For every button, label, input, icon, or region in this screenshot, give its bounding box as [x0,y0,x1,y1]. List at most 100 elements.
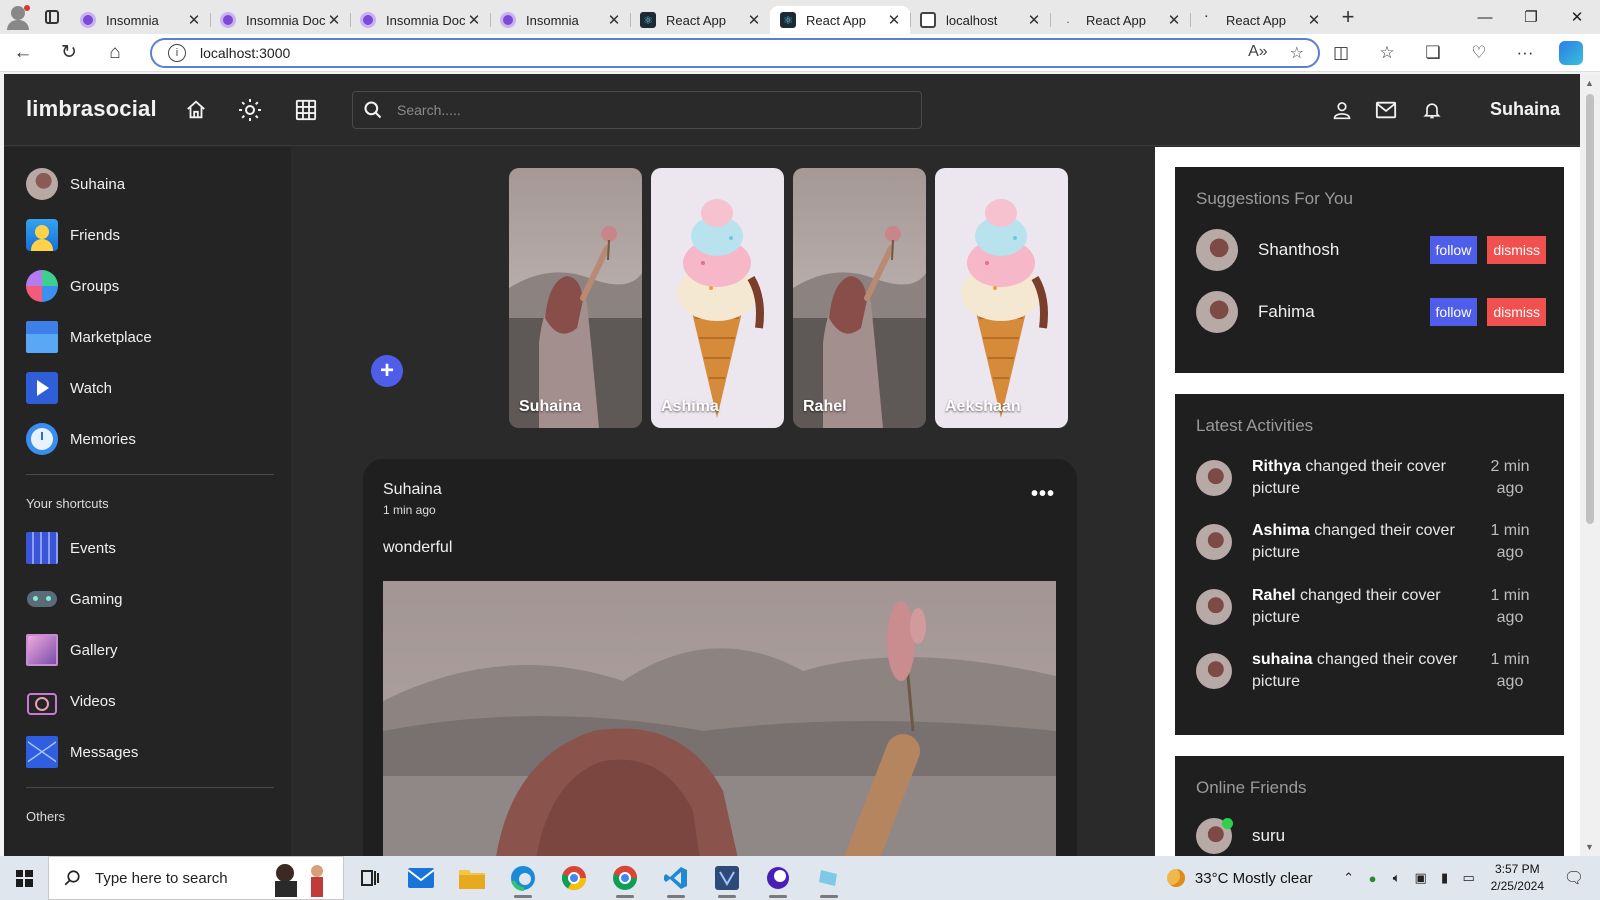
browser-essentials-icon[interactable]: ♡ [1456,34,1502,72]
app-icon[interactable] [803,856,854,900]
notifications-bell-icon[interactable] [1420,98,1444,122]
refresh-icon[interactable]: ↻ [46,34,92,72]
scroll-down-icon[interactable]: ▼ [1585,842,1594,852]
notification-center-icon[interactable]: 🗨︎ [1562,868,1586,888]
battery-icon[interactable]: ▭ [1457,870,1481,886]
story-card[interactable]: Aekshaan [935,168,1068,428]
sidebar-item-messages[interactable]: Messages [26,736,138,768]
sidebar-item-memories[interactable]: Memories [26,423,136,455]
chrome-profile-icon[interactable] [599,856,650,900]
sidebar-item-events[interactable]: Events [26,532,116,564]
microphone-icon[interactable]: ▮ [1433,870,1457,886]
edge-browser-icon[interactable] [497,856,548,900]
terminal-app-icon[interactable] [701,856,752,900]
activity-user[interactable]: suhaina [1252,651,1312,668]
browser-tab[interactable]: . React App ✕ [1050,6,1190,34]
chrome-icon[interactable] [548,856,599,900]
dismiss-button[interactable]: dismiss [1487,236,1546,264]
browser-tab[interactable]: localhost ✕ [910,6,1050,34]
sidebar-item-gallery[interactable]: Gallery [26,634,118,666]
avatar[interactable] [1196,229,1238,271]
add-story-button[interactable]: + [371,355,403,387]
security-icon[interactable]: ● [1361,871,1385,886]
windows-start-icon[interactable] [0,856,48,900]
dismiss-button[interactable]: dismiss [1487,298,1546,326]
browser-profile-icon[interactable] [0,0,34,34]
avatar[interactable] [1196,460,1232,496]
minimize-icon[interactable]: — [1462,0,1508,34]
avatar[interactable] [1196,291,1238,333]
sidebar-item-groups[interactable]: Groups [26,270,119,302]
more-options-icon[interactable]: ••• [1031,483,1055,506]
brand-logo[interactable]: limbrasocial [26,96,157,122]
tab-actions-icon[interactable] [34,0,70,34]
task-view-icon[interactable] [344,856,395,900]
search-input[interactable]: Search..... [352,91,922,129]
mail-app-icon[interactable] [395,856,446,900]
sidebar-item-gaming[interactable]: Gaming [26,583,123,615]
favorites-icon[interactable]: ☆ [1364,34,1410,72]
post-author[interactable]: Suhaina [383,481,442,499]
more-menu-icon[interactable]: ··· [1502,34,1548,72]
story-card[interactable]: Ashima [651,168,784,428]
browser-tab[interactable]: ⚛ React App ✕ [630,6,770,34]
close-window-icon[interactable]: ✕ [1554,0,1600,34]
browser-tab-active[interactable]: ⚛ React App ✕ [770,6,910,34]
chevron-up-icon[interactable]: ⌃ [1337,870,1361,886]
sidebar-item-profile[interactable]: Suhaina [26,168,125,200]
activity-user[interactable]: Rithya [1252,458,1301,475]
close-icon[interactable]: ✕ [746,11,762,29]
copilot-icon[interactable] [1548,34,1594,72]
home-icon[interactable] [184,98,208,122]
mail-icon[interactable] [1374,98,1398,122]
sidebar-item-videos[interactable]: Videos [26,685,116,717]
vscode-icon[interactable] [650,856,701,900]
follow-button[interactable]: follow [1429,298,1478,326]
insomnia-app-icon[interactable] [752,856,803,900]
collections-icon[interactable]: ❏ [1410,34,1456,72]
taskbar-search-input[interactable]: Type here to search [48,856,344,900]
close-icon[interactable]: ✕ [1026,11,1042,29]
meet-now-icon[interactable]: ▣ [1409,870,1433,886]
browser-tab[interactable]: Insomnia Doc ✕ [350,6,490,34]
browser-tab[interactable]: ⠁ React App ✕ [1190,6,1330,34]
file-explorer-icon[interactable] [446,856,497,900]
activity-user[interactable]: Ashima [1252,522,1310,539]
back-icon[interactable]: ← [0,34,46,72]
suggestion-name[interactable]: Fahima [1258,302,1430,322]
sidebar-item-friends[interactable]: Friends [26,219,120,251]
favorite-star-icon[interactable]: ☆ [1290,43,1304,63]
scroll-up-icon[interactable]: ▲ [1585,78,1594,88]
browser-tab[interactable]: Insomnia Doc ✕ [210,6,350,34]
close-icon[interactable]: ✕ [886,11,902,29]
browser-tab[interactable]: Insomnia ✕ [490,6,630,34]
scrollbar-thumb[interactable] [1586,94,1594,524]
avatar[interactable] [1196,589,1232,625]
site-info-icon[interactable]: i [168,44,186,62]
follow-button[interactable]: follow [1429,236,1478,264]
close-icon[interactable]: ✕ [186,11,202,29]
theme-toggle-sun-icon[interactable] [238,98,262,122]
close-icon[interactable]: ✕ [1306,11,1322,29]
weather-widget[interactable]: 33°C Mostly clear [1166,869,1313,887]
page-scrollbar[interactable]: ▲ ▼ [1580,74,1600,856]
browser-tab[interactable]: Insomnia ✕ [70,6,210,34]
clock[interactable]: 3:57 PM 2/25/2024 [1491,861,1544,895]
read-aloud-icon[interactable]: A» [1248,43,1268,63]
apps-grid-icon[interactable] [294,98,318,122]
restore-icon[interactable]: ❐ [1508,0,1554,34]
close-icon[interactable]: ✕ [606,11,622,29]
activity-user[interactable]: Rahel [1252,587,1296,604]
split-screen-icon[interactable]: ◫ [1318,34,1364,72]
sidebar-item-watch[interactable]: Watch [26,372,112,404]
story-card[interactable]: Rahel [793,168,926,428]
profile-icon[interactable] [1330,98,1354,122]
sidebar-item-marketplace[interactable]: Marketplace [26,321,152,353]
story-card[interactable]: Suhaina [509,168,642,428]
close-icon[interactable]: ✕ [466,11,482,29]
close-icon[interactable]: ✕ [326,11,342,29]
home-icon[interactable]: ⌂ [92,34,138,72]
close-icon[interactable]: ✕ [1166,11,1182,29]
nav-user-name[interactable]: Suhaina [1490,99,1560,120]
online-friend-row[interactable]: suru [1196,818,1285,854]
